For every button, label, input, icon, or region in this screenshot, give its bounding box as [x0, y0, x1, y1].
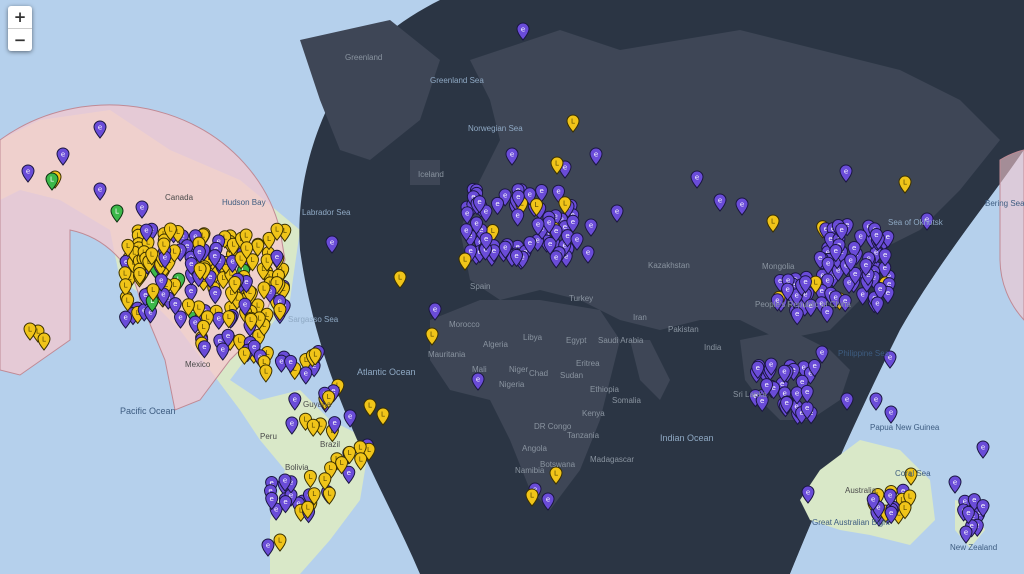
label-philippine-sea: Philippine Sea — [838, 349, 890, 358]
label-canada: Canada — [165, 193, 194, 202]
label-peru: Peru — [260, 432, 277, 441]
label-sri-lanka: Sri Lanka — [733, 390, 767, 399]
label-morocco: Morocco — [449, 320, 480, 329]
label-greenland-sea: Greenland Sea — [430, 76, 484, 85]
label-angola: Angola — [522, 444, 547, 453]
label-egypt: Egypt — [566, 336, 587, 345]
label-eritrea: Eritrea — [576, 359, 600, 368]
world-map[interactable]: e L L + − Greenland Greenland — [0, 0, 1024, 574]
label-spain: Spain — [470, 282, 491, 291]
label-dr-congo: DR Congo — [534, 422, 572, 431]
label-iran: Iran — [633, 313, 647, 322]
label-norwegian-sea: Norwegian Sea — [468, 124, 523, 133]
label-pakistan: Pakistan — [668, 325, 699, 334]
minus-icon: − — [13, 31, 27, 49]
label-botswana: Botswana — [540, 460, 576, 469]
label-mali: Mali — [472, 365, 487, 374]
label-guyana: Guyana — [303, 400, 332, 409]
label-sudan: Sudan — [560, 371, 584, 380]
label-brazil: Brazil — [320, 440, 341, 449]
label-labrador-sea: Labrador Sea — [302, 208, 351, 217]
label-mauritania: Mauritania — [428, 350, 466, 359]
zoom-out-button[interactable]: − — [8, 29, 32, 51]
plus-icon: + — [13, 8, 27, 26]
label-sargasso-sea: Sargasso Sea — [288, 315, 339, 324]
label-kazakhstan: Kazakhstan — [648, 261, 690, 270]
label-great-australian-bight: Great Australian Bight — [812, 518, 890, 527]
label-india: India — [704, 343, 722, 352]
label-greenland: Greenland — [345, 53, 383, 62]
label-niger: Niger — [509, 365, 529, 374]
label-saudi-arabia: Saudi Arabia — [598, 336, 644, 345]
label-mongolia: Mongolia — [762, 262, 795, 271]
label-new-zealand: New Zealand — [950, 543, 998, 552]
label-papua-new-guinea: Papua New Guinea — [870, 423, 940, 432]
zoom-in-button[interactable]: + — [8, 6, 32, 29]
label-bering-sea: Bering Sea — [985, 199, 1024, 208]
label-coral-sea: Coral Sea — [895, 469, 931, 478]
label-algeria: Algeria — [483, 340, 508, 349]
label-nigeria: Nigeria — [499, 380, 525, 389]
label-indian-ocean: Indian Ocean — [660, 433, 714, 443]
label-sea-of-okhotsk: Sea of Okhotsk — [888, 218, 943, 227]
label-kenya: Kenya — [582, 409, 605, 418]
label-ethiopia: Ethiopia — [590, 385, 619, 394]
label-madagascar: Madagascar — [590, 455, 635, 464]
label-chad: Chad — [529, 369, 549, 378]
label-australia: Australia — [845, 486, 877, 495]
label-turkey: Turkey — [569, 294, 594, 303]
label-hudson-bay: Hudson Bay — [222, 198, 266, 207]
label-tanzania: Tanzania — [567, 431, 600, 440]
label-bolivia: Bolivia — [285, 463, 309, 472]
zoom-control: + − — [8, 6, 32, 51]
label-libya: Libya — [523, 333, 543, 342]
label-china: People's Republic of China — [755, 300, 851, 309]
label-atlantic-ocean: Atlantic Ocean — [357, 367, 416, 377]
label-mexico: Mexico — [185, 360, 211, 369]
label-pacific-ocean: Pacific Ocean — [120, 406, 176, 416]
label-iceland: Iceland — [418, 170, 444, 179]
label-somalia: Somalia — [612, 396, 641, 405]
